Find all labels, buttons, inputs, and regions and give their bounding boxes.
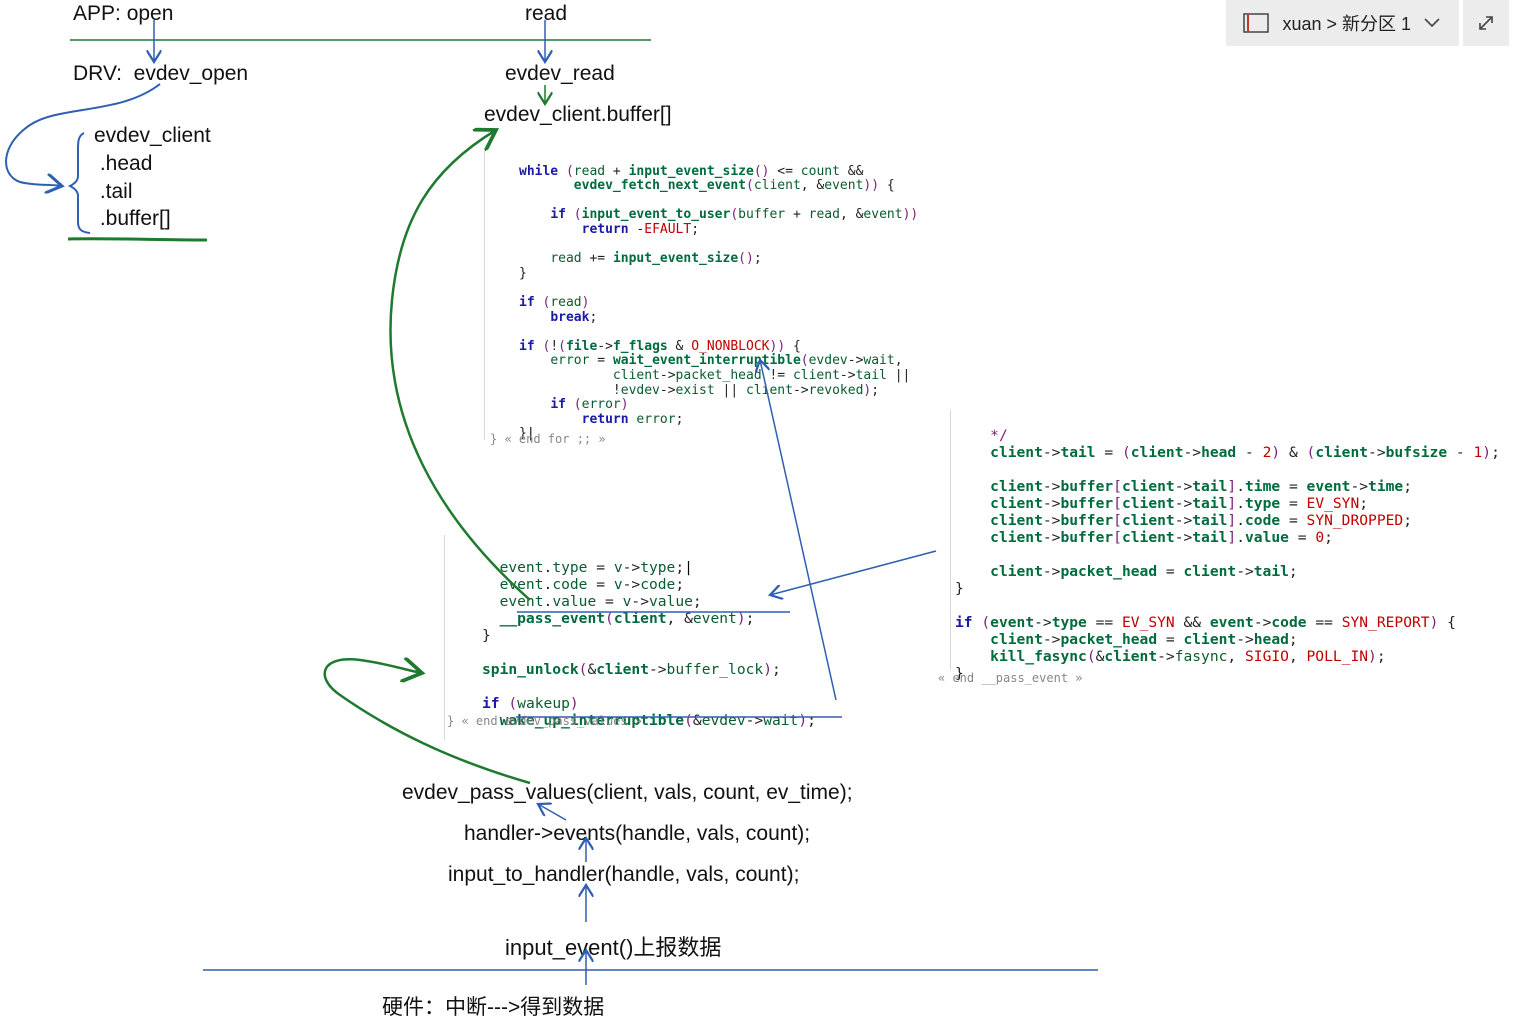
- arrow-pass-event-definition: [770, 550, 937, 595]
- arrow-call-into-pass-values: [323, 659, 531, 785]
- arrow-wakeup-to-wait: [760, 360, 837, 701]
- ink-annotations: [5, 20, 1098, 985]
- arrow-open-allocates-client: [5, 83, 161, 186]
- arrow-events-to-pass-values: [538, 804, 567, 821]
- green-underline-struct: [67, 237, 208, 242]
- arrow-pass-event-writes-buffer: [389, 130, 531, 601]
- struct-brace: [67, 132, 91, 234]
